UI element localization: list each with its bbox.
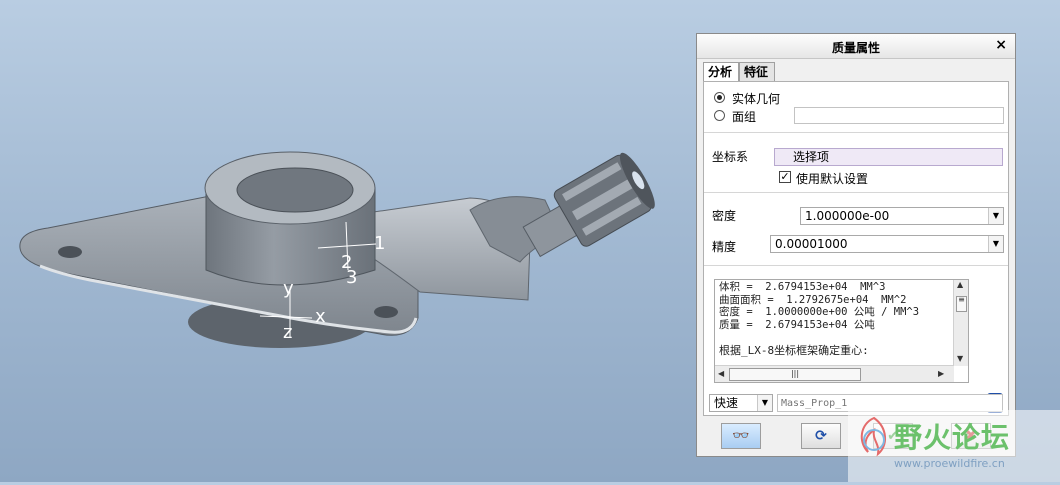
forum-name: 野火论坛 [894, 421, 1011, 454]
results-line: 曲面面积 = 1.2792675e+04 MM^2 [719, 293, 907, 306]
separator [704, 265, 1008, 266]
tab-feature[interactable]: 特征 [739, 62, 775, 81]
results-line: 质量 = 2.6794153e+04 公吨 [719, 318, 875, 331]
solid-geometry-label: 实体几何 [732, 92, 781, 106]
results-line: 密度 = 1.0000000e+00 公吨 / MM^3 [719, 306, 920, 318]
precision-input[interactable]: 0.00001000 ▼ [770, 235, 1004, 253]
scroll-up-icon[interactable]: ▲ [957, 280, 963, 289]
csys-label: 坐标系 [712, 150, 749, 164]
repeat-button[interactable]: ⟳ [801, 423, 841, 449]
separator [704, 192, 1008, 193]
results-line: 体积 = 2.6794153e+04 MM^3 [719, 281, 886, 293]
forum-url: www.proewildfire.cn [894, 457, 1005, 470]
csys-axis-label: 3 [346, 267, 358, 288]
vertical-scrollbar[interactable]: ▲ ≡ ▼ [953, 280, 968, 366]
mass-properties-dialog: 质量属性 × 分析 特征 实体几何 面组 坐标系 选择项 ✓ 使用默认设置 密度… [696, 33, 1016, 457]
quilt-label: 面组 [732, 110, 757, 124]
scroll-left-icon[interactable]: ◀ [718, 369, 724, 378]
chevron-down-icon[interactable]: ▼ [757, 395, 772, 411]
quilt-selector[interactable] [794, 107, 1004, 124]
part-model [19, 151, 655, 348]
model-viewport[interactable]: 1 2 3 y x z [0, 0, 695, 482]
separator [704, 132, 1008, 133]
csys-selector[interactable]: 选择项 [774, 148, 1003, 166]
use-default-label: 使用默认设置 [796, 172, 869, 186]
density-input[interactable]: 1.000000e-00 ▼ [800, 207, 1004, 225]
horizontal-scrollbar[interactable]: ◀ ||| ▶ [715, 365, 954, 382]
refresh-icon: ⟳ [815, 428, 827, 444]
density-value: 1.000000e-00 [805, 209, 890, 223]
solid-geometry-radio[interactable] [714, 92, 725, 103]
preview-button[interactable]: 👓 [721, 423, 761, 449]
precision-label: 精度 [712, 240, 737, 254]
close-icon[interactable]: × [995, 37, 1007, 53]
results-line: 根据_LX-8坐标框架确定重心: [719, 344, 869, 357]
analysis-mode-select[interactable]: 快速 ▼ [709, 394, 773, 412]
glasses-icon: 👓 [732, 428, 750, 444]
quilt-radio[interactable] [714, 110, 725, 121]
csys-z-label: z [283, 322, 293, 343]
dialog-titlebar[interactable]: 质量属性 × [697, 34, 1015, 59]
csys-axis-label: 1 [374, 233, 386, 254]
scroll-down-icon[interactable]: ▼ [957, 354, 963, 363]
scroll-thumb[interactable]: ||| [729, 368, 861, 381]
chevron-down-icon[interactable]: ▼ [988, 236, 1003, 252]
use-default-checkbox[interactable]: ✓ [779, 171, 791, 183]
dialog-title: 质量属性 [831, 41, 880, 55]
chevron-down-icon[interactable]: ▼ [988, 208, 1003, 224]
csys-x-label: x [315, 306, 326, 327]
density-label: 密度 [712, 209, 737, 223]
analysis-panel: 实体几何 面组 坐标系 选择项 ✓ 使用默认设置 密度 1.000000e-00… [703, 81, 1009, 416]
precision-value: 0.00001000 [775, 237, 848, 251]
tab-analysis[interactable]: 分析 [703, 62, 739, 83]
results-line [715, 330, 968, 342]
scroll-thumb[interactable]: ≡ [956, 296, 967, 312]
forum-watermark: 野火论坛 www.proewildfire.cn [848, 410, 1060, 482]
scroll-right-icon[interactable]: ▶ [938, 369, 944, 378]
results-text-area[interactable]: 体积 = 2.6794153e+04 MM^3 曲面面积 = 1.2792675… [714, 279, 969, 383]
forum-logo-icon [860, 416, 886, 457]
analysis-mode-value: 快速 [714, 396, 739, 410]
csys-y-label: y [283, 278, 294, 299]
